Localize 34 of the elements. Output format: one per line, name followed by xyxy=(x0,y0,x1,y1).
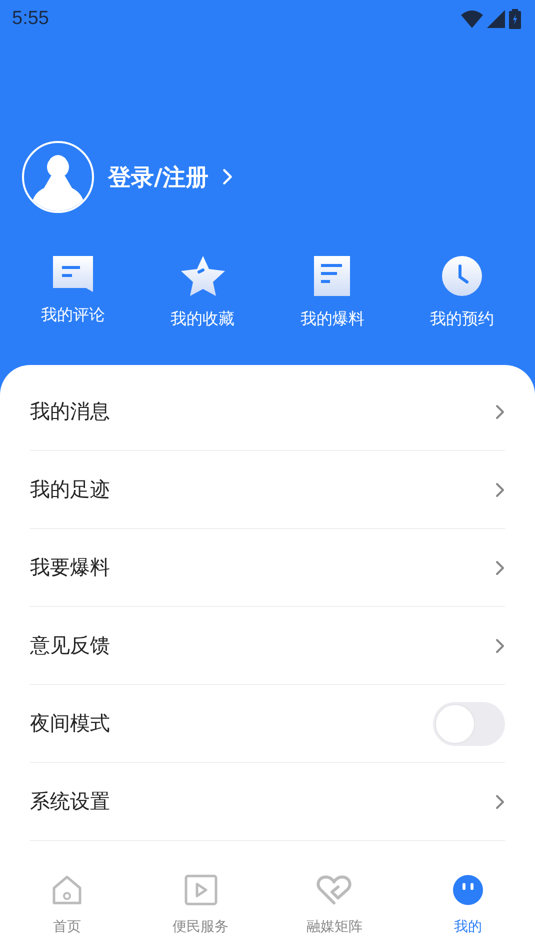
login-button[interactable]: 登录/注册 xyxy=(108,162,234,192)
menu-item[interactable]: 意见反馈 xyxy=(30,632,110,659)
face-icon xyxy=(452,874,484,906)
chevron-icon xyxy=(495,638,505,654)
shortcut-button[interactable]: 我的预约 xyxy=(397,255,527,330)
nav-tab[interactable]: 融媒矩阵 xyxy=(268,850,402,951)
signal-icon xyxy=(487,10,505,28)
avatar-icon[interactable] xyxy=(22,141,94,213)
chevron-icon xyxy=(495,404,505,420)
menu-item[interactable]: 夜间模式 xyxy=(30,710,110,737)
nav-tab[interactable]: 首页 xyxy=(0,850,134,951)
play-icon xyxy=(184,874,218,906)
document-icon xyxy=(313,255,352,297)
shortcut-button[interactable]: 我的收藏 xyxy=(138,255,268,330)
menu-item[interactable]: 系统设置 xyxy=(30,788,110,815)
nav-tab[interactable]: 我的 xyxy=(401,850,535,951)
nav-tab[interactable]: 便民服务 xyxy=(134,850,268,951)
clock-icon xyxy=(441,255,484,297)
home-icon xyxy=(50,874,83,906)
menu-item[interactable]: 我的足迹 xyxy=(30,476,110,503)
chevron-icon xyxy=(222,168,234,186)
menu-item[interactable]: 我要爆料 xyxy=(30,554,110,581)
shortcut-button[interactable]: 我的评论 xyxy=(8,255,138,330)
comment-icon xyxy=(52,255,94,293)
wifi-icon xyxy=(461,10,483,28)
shortcut-button[interactable]: 我的爆料 xyxy=(268,255,398,330)
chevron-icon xyxy=(495,560,505,576)
battery-icon xyxy=(509,9,521,29)
chevron-icon xyxy=(495,794,505,810)
star-icon xyxy=(178,255,227,297)
status-time: 5:55 xyxy=(12,8,49,30)
menu-item[interactable]: 我的消息 xyxy=(30,398,110,425)
night-mode-switch[interactable] xyxy=(433,702,505,746)
chevron-icon xyxy=(495,482,505,498)
